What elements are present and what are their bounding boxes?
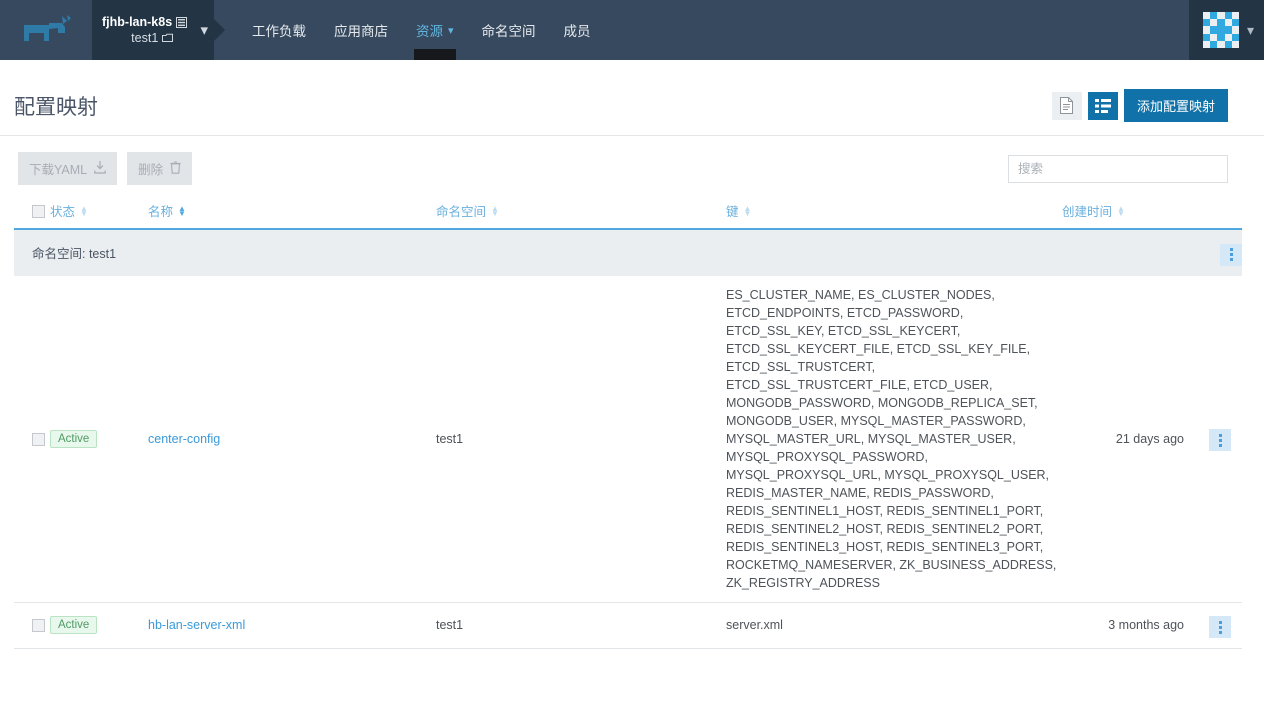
select-all-header bbox=[14, 195, 50, 229]
configmap-name-link[interactable]: center-config bbox=[148, 432, 220, 446]
nav-item-namespaces[interactable]: 命名空间 bbox=[468, 0, 550, 60]
namespace-group-actions bbox=[1202, 229, 1242, 276]
nav-item-apps[interactable]: 应用商店 bbox=[320, 0, 402, 60]
table-header: 状态 ▲ ▼ 名称 ▲ ▼ 命名空间 ▲ ▼ 键 ▲ ▼ 创建时间 ▲ ▼ bbox=[14, 195, 1242, 229]
column-header-namespace[interactable]: 命名空间 ▲ ▼ bbox=[436, 195, 726, 229]
chevron-down-icon: ▾ bbox=[1246, 21, 1254, 38]
sort-arrows-icon: ▲ ▼ bbox=[743, 203, 752, 218]
column-header-label: 键 bbox=[726, 205, 739, 219]
view-list-toggle-button[interactable] bbox=[1087, 91, 1118, 120]
user-identicon-avatar bbox=[1202, 12, 1239, 48]
chevron-down-icon: ▾ bbox=[448, 24, 454, 37]
project-folder-icon bbox=[162, 33, 174, 43]
project-name: test1 bbox=[131, 31, 159, 45]
view-file-toggle-button[interactable] bbox=[1051, 91, 1082, 120]
status-badge: Active bbox=[50, 616, 98, 635]
row-actions-cell bbox=[1202, 602, 1242, 649]
cluster-name: fjhb-lan-k8s bbox=[102, 15, 173, 29]
nav-item-label: 工作负载 bbox=[252, 24, 306, 39]
configmaps-table: 状态 ▲ ▼ 名称 ▲ ▼ 命名空间 ▲ ▼ 键 ▲ ▼ 创建时间 ▲ ▼ 命名… bbox=[14, 195, 1242, 649]
row-name-cell: center-config bbox=[148, 275, 436, 603]
status-badge: Active bbox=[50, 429, 98, 448]
list-view-icon bbox=[1094, 98, 1111, 113]
kebab-menu-icon[interactable] bbox=[1220, 243, 1242, 266]
kebab-menu-icon[interactable] bbox=[1209, 616, 1231, 638]
row-namespace-cell: test1 bbox=[436, 275, 726, 603]
search-input[interactable] bbox=[1008, 154, 1228, 183]
row-keys-cell: ES_CLUSTER_NAME, ES_CLUSTER_NODES, ETCD_… bbox=[726, 275, 1062, 603]
nav-item-workloads[interactable]: 工作负载 bbox=[238, 0, 320, 60]
row-status-cell: Active bbox=[50, 275, 148, 603]
configmap-name-link[interactable]: hb-lan-server-xml bbox=[148, 618, 245, 632]
rancher-cow-logo bbox=[24, 15, 71, 41]
rancher-logo[interactable] bbox=[0, 0, 92, 60]
kebab-menu-icon[interactable] bbox=[1209, 429, 1231, 452]
add-configmap-button[interactable]: 添加配置映射 bbox=[1123, 89, 1228, 122]
table-row: Active center-config test1 ES_CLUSTER_NA… bbox=[14, 275, 1242, 603]
page-title: 配置映射 bbox=[14, 95, 98, 119]
nav-item-members[interactable]: 成员 bbox=[550, 0, 605, 60]
column-header-label: 状态 bbox=[50, 205, 76, 219]
column-header-keys[interactable]: 键 ▲ ▼ bbox=[726, 195, 1062, 229]
delete-button[interactable]: 删除 bbox=[127, 152, 193, 185]
nav-item-label: 资源 bbox=[416, 24, 443, 39]
row-created-cell: 21 days ago bbox=[1062, 275, 1202, 603]
column-header-label: 创建时间 bbox=[1062, 205, 1113, 219]
download-yaml-label: 下载YAML bbox=[29, 163, 88, 177]
cluster-project-selector[interactable]: fjhb-lan-k8s test1 ▾ bbox=[92, 0, 214, 60]
row-keys-cell: server.xml bbox=[726, 602, 1062, 649]
column-header-created[interactable]: 创建时间 ▲ ▼ bbox=[1062, 195, 1202, 229]
select-all-checkbox[interactable] bbox=[32, 204, 45, 218]
table-toolbar: 下载YAML 删除 bbox=[0, 136, 1264, 195]
main-nav-items: 工作负载 应用商店 资源 ▾ 命名空间 成员 bbox=[214, 0, 605, 60]
namespace-group-label: 命名空间: test1 bbox=[14, 229, 1202, 276]
cluster-selector-text: fjhb-lan-k8s test1 bbox=[102, 14, 198, 46]
row-namespace-cell: test1 bbox=[436, 602, 726, 649]
project-name-line: test1 bbox=[102, 30, 198, 46]
namespace-group-row: 命名空间: test1 bbox=[14, 229, 1242, 276]
cluster-name-line: fjhb-lan-k8s bbox=[102, 14, 198, 30]
row-checkbox[interactable] bbox=[32, 432, 45, 446]
row-select-cell bbox=[14, 602, 50, 649]
row-status-cell: Active bbox=[50, 602, 148, 649]
sort-arrows-icon: ▲ ▼ bbox=[80, 203, 88, 218]
nav-item-resources[interactable]: 资源 ▾ bbox=[402, 0, 468, 60]
user-menu[interactable]: ▾ bbox=[1188, 0, 1264, 60]
delete-label: 删除 bbox=[138, 163, 164, 177]
download-icon bbox=[94, 160, 106, 177]
sort-arrows-icon: ▲ ▼ bbox=[491, 203, 499, 218]
table-row: Active hb-lan-server-xml test1 server.xm… bbox=[14, 602, 1242, 649]
column-header-name[interactable]: 名称 ▲ ▼ bbox=[148, 195, 436, 229]
trash-icon bbox=[170, 160, 181, 177]
column-header-label: 命名空间 bbox=[436, 205, 487, 219]
column-header-label: 名称 bbox=[148, 205, 174, 219]
sort-arrows-icon: ▲ ▼ bbox=[1117, 203, 1125, 218]
search-box bbox=[1008, 154, 1228, 183]
table-body: 命名空间: test1 Active center-config test1 E… bbox=[14, 229, 1242, 649]
download-yaml-button[interactable]: 下载YAML bbox=[18, 152, 118, 185]
row-select-cell bbox=[14, 275, 50, 603]
file-view-icon bbox=[1060, 97, 1074, 114]
sort-arrows-icon: ▲ ▼ bbox=[178, 203, 186, 218]
nav-item-label: 应用商店 bbox=[334, 24, 388, 39]
top-navigation-bar: fjhb-lan-k8s test1 ▾ 工作负载 应用商店 资源 ▾ 命名空间… bbox=[0, 0, 1264, 60]
page-header-actions: 添加配置映射 bbox=[1051, 89, 1228, 122]
nav-item-label: 命名空间 bbox=[481, 24, 536, 39]
column-header-status[interactable]: 状态 ▲ ▼ bbox=[50, 195, 148, 229]
nav-item-label: 成员 bbox=[563, 24, 591, 39]
column-header-actions bbox=[1202, 195, 1242, 229]
cluster-icon bbox=[176, 16, 188, 28]
row-created-cell: 3 months ago bbox=[1062, 602, 1202, 649]
row-name-cell: hb-lan-server-xml bbox=[148, 602, 436, 649]
row-checkbox[interactable] bbox=[32, 619, 45, 633]
chevron-down-icon: ▾ bbox=[200, 21, 208, 39]
row-actions-cell bbox=[1202, 275, 1242, 603]
page-header: 配置映射 添加配置映射 bbox=[0, 76, 1264, 136]
